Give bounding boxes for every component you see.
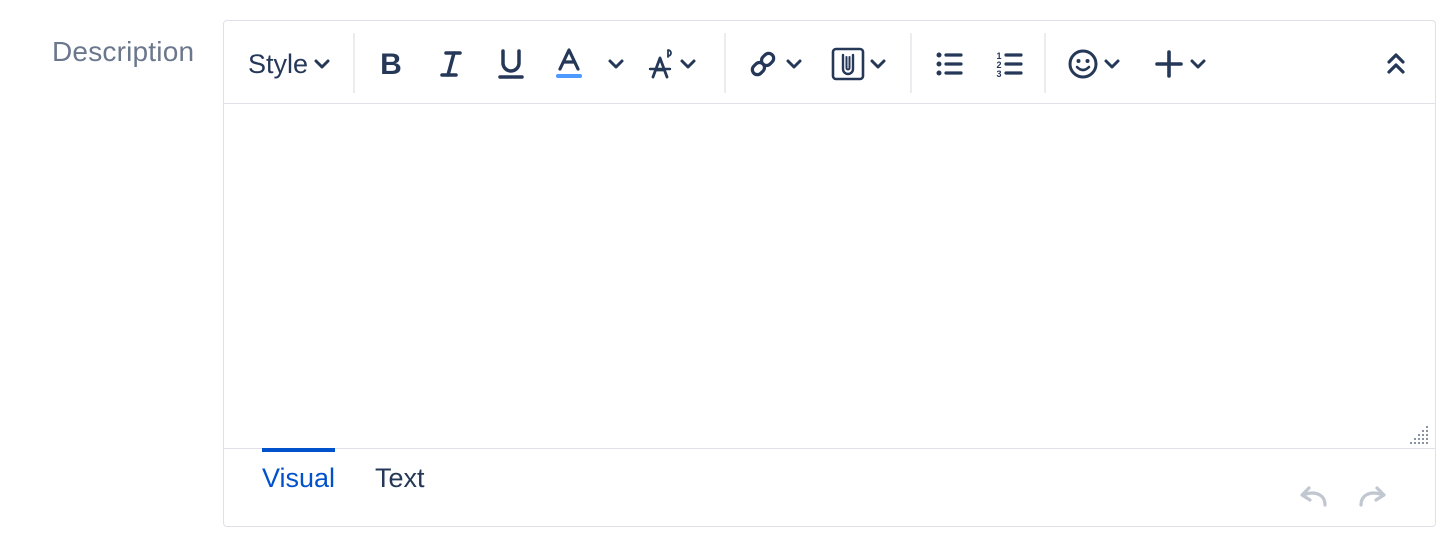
- numbered-list-button[interactable]: 1 2 3: [994, 45, 1024, 83]
- text-color-dropdown[interactable]: [608, 45, 624, 83]
- chevron-down-icon: [680, 59, 696, 69]
- toolbar-separator: [910, 33, 912, 93]
- italic-button[interactable]: [436, 45, 466, 83]
- description-label: Description: [52, 36, 195, 67]
- redo-icon[interactable]: [1356, 485, 1388, 507]
- bold-icon: B: [380, 49, 402, 79]
- italic-icon: [440, 51, 462, 77]
- tab-text[interactable]: Text: [375, 463, 425, 494]
- style-dropdown[interactable]: Style: [248, 45, 330, 83]
- svg-text:B: B: [380, 49, 402, 79]
- emoji-button[interactable]: [1067, 45, 1120, 83]
- chevron-down-icon: [314, 59, 330, 69]
- toolbar-separator: [724, 33, 726, 93]
- toolbar-separator: [1044, 33, 1046, 93]
- bold-button[interactable]: B: [376, 45, 406, 83]
- svg-text:3: 3: [996, 69, 1001, 79]
- text-color-button[interactable]: [554, 45, 584, 83]
- emoji-icon: [1068, 49, 1098, 79]
- more-formatting-button[interactable]: [648, 45, 696, 83]
- insert-more-button[interactable]: [1154, 45, 1206, 83]
- bullet-list-icon: [936, 52, 963, 76]
- underline-icon: [498, 49, 524, 79]
- chevron-down-icon: [1190, 59, 1206, 69]
- link-button[interactable]: [748, 45, 802, 83]
- chevron-down-icon: [608, 59, 624, 69]
- editor-toolbar: Style B 1 2 3: [224, 21, 1435, 104]
- editor-content-area[interactable]: [224, 104, 1435, 448]
- collapse-toolbar-icon: [1387, 53, 1405, 74]
- attachment-icon: [831, 47, 865, 81]
- underline-button[interactable]: [496, 45, 526, 83]
- style-dropdown-label: Style: [248, 48, 309, 79]
- more-formatting-icon: [648, 49, 672, 79]
- link-icon: [750, 51, 776, 77]
- collapse-toolbar-button[interactable]: [1386, 45, 1406, 83]
- attachment-button[interactable]: [831, 45, 886, 83]
- resize-handle-icon[interactable]: [1409, 424, 1429, 444]
- chevron-down-icon: [870, 59, 886, 69]
- numbered-list-icon: 1 2 3: [996, 51, 1023, 79]
- description-editor: Style B 1 2 3 Visual Text: [223, 20, 1436, 527]
- tab-visual[interactable]: Visual: [262, 463, 335, 494]
- plus-icon: [1155, 50, 1183, 78]
- chevron-down-icon: [1104, 59, 1120, 69]
- editor-footer: Visual Text: [224, 448, 1435, 526]
- active-tab-indicator: [262, 448, 335, 452]
- text-color-icon: [556, 48, 582, 78]
- chevron-down-icon: [786, 59, 802, 69]
- bullet-list-button[interactable]: [934, 45, 964, 83]
- undo-icon[interactable]: [1298, 485, 1330, 507]
- toolbar-separator: [353, 33, 355, 93]
